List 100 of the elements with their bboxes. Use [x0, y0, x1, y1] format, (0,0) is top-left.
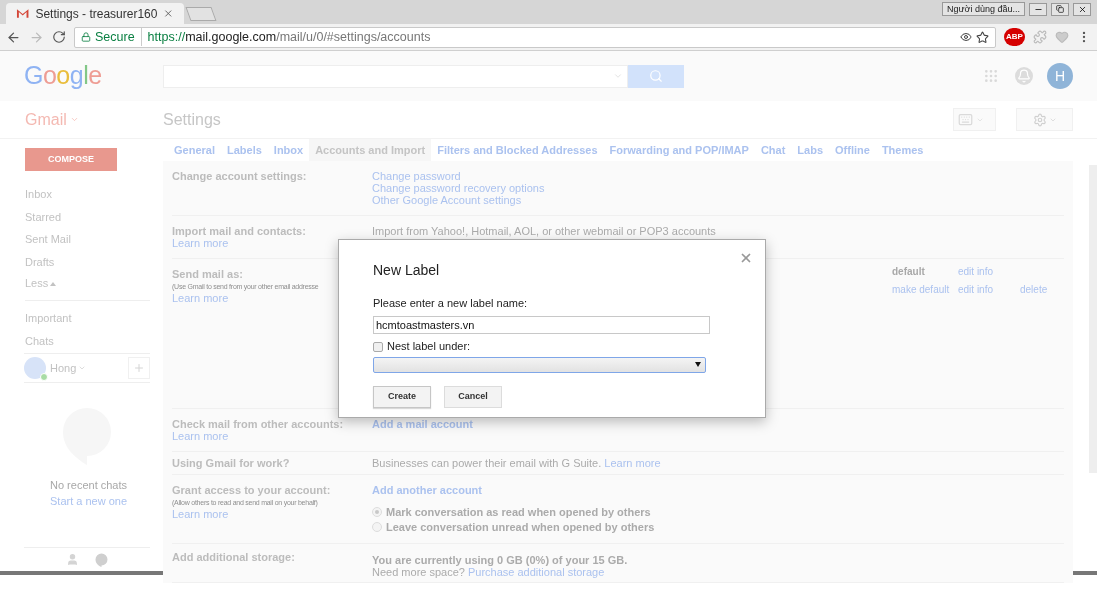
page-title: Settings — [163, 109, 221, 130]
close-icon — [1077, 4, 1087, 14]
eye-icon[interactable] — [960, 31, 972, 43]
radio-button[interactable] — [372, 506, 382, 517]
google-logo: Google — [23, 60, 103, 92]
profile-button[interactable]: Người dùng đầu... — [942, 2, 1025, 16]
minimize-button[interactable] — [1029, 2, 1047, 16]
settings-tab[interactable]: Forwarding and POP/IMAP — [603, 139, 755, 161]
settings-tab[interactable]: Chat — [754, 139, 792, 161]
settings-link[interactable]: Change password — [372, 170, 461, 182]
close-icon[interactable] — [739, 251, 753, 265]
dialog-button[interactable]: Cancel — [444, 385, 502, 408]
hangouts-icon[interactable] — [95, 552, 108, 567]
restore-icon — [1056, 5, 1064, 13]
restore-button[interactable] — [1051, 2, 1069, 16]
settings-link[interactable]: Add another account — [372, 484, 482, 496]
compose-button[interactable]: COMPOSE — [25, 148, 117, 171]
mail-logo-icon — [16, 8, 30, 19]
settings-link[interactable]: Add a mail account — [372, 418, 473, 430]
settings-tab[interactable]: Themes — [875, 139, 930, 161]
address-field[interactable]: Secure https://mail.google.com/mail/u/0/#settings/accounts — [74, 26, 996, 48]
setting-label: Change account settings: — [172, 170, 308, 182]
settings-tab[interactable]: Offline — [829, 139, 876, 161]
less-toggle[interactable]: Less — [25, 275, 49, 292]
parent-label-dropdown[interactable] — [373, 356, 706, 373]
settings-icon — [1032, 112, 1047, 127]
dialog-button[interactable]: Create — [373, 385, 431, 408]
forward-icon[interactable] — [29, 29, 44, 45]
heart-icon[interactable] — [1055, 30, 1069, 44]
reload-icon[interactable] — [52, 30, 66, 44]
label-name-prompt: Please enter a new label name: — [373, 296, 529, 311]
nav-item[interactable]: Inbox — [25, 183, 163, 206]
bookmark-star-icon[interactable] — [976, 30, 989, 44]
notifications-icon[interactable] — [1015, 67, 1033, 85]
settings-tab[interactable]: Labels — [220, 139, 268, 161]
settings-tab[interactable]: Inbox — [267, 139, 310, 161]
settings-tab[interactable]: General — [168, 139, 221, 161]
learn-more-link[interactable]: Learn more — [172, 430, 372, 442]
search-button[interactable] — [628, 64, 684, 88]
edit-info-link[interactable]: edit info — [958, 284, 1020, 296]
keyboard-icon — [958, 112, 973, 127]
setting-label: Using Gmail for work? — [172, 457, 291, 469]
search-field[interactable] — [163, 64, 628, 88]
setting-label: Send mail as: — [172, 268, 244, 280]
tab-title: Settings - treasurer160 — [35, 5, 158, 23]
extension-icon[interactable] — [1033, 30, 1047, 44]
setting-label: Import mail and contacts: — [172, 225, 307, 237]
make-default-link[interactable]: make default — [892, 284, 958, 296]
description-text: Businesses can power their email with G Suite. — [372, 457, 602, 469]
keyboard-button[interactable] — [953, 108, 996, 131]
nav-item[interactable]: Starred — [25, 205, 163, 228]
nav-item[interactable]: Important — [25, 307, 163, 330]
setting-label: Check mail from other accounts: — [172, 418, 345, 430]
close-button[interactable] — [1073, 2, 1091, 16]
back-icon[interactable] — [6, 29, 21, 45]
new-tab-button[interactable] — [185, 7, 217, 21]
chat-user-name[interactable]: Hong — [50, 359, 77, 377]
search-icon — [649, 69, 663, 83]
contacts-icon[interactable] — [66, 553, 79, 566]
caret-down-icon — [695, 362, 701, 367]
nav-item[interactable]: Drafts — [25, 250, 163, 273]
storage-text: You are currently using 0 GB (0%) of your 15 GB. — [372, 554, 628, 566]
radio-label: Mark conversation as read when opened by others — [386, 505, 651, 518]
learn-more-link[interactable]: Learn more — [172, 508, 372, 520]
url-text: https://mail.google.com/mail/u/0/#settings/accounts — [146, 28, 431, 46]
add-chat-button[interactable] — [128, 357, 150, 379]
label-name-field[interactable]: hcmtoastmasters.vn — [373, 315, 710, 334]
close-icon[interactable] — [163, 8, 174, 19]
gmail-menu[interactable]: Gmail — [25, 107, 67, 132]
description-text: Need more space? — [372, 566, 465, 578]
nest-checkbox[interactable] — [373, 341, 383, 352]
setting-label: Add additional storage: — [172, 551, 296, 563]
description-text: Import from Yahoo!, Hotmail, AOL, or other webmail or POP3 accounts — [372, 225, 716, 237]
settings-link[interactable]: Change password recovery options — [372, 182, 545, 194]
learn-more-link[interactable]: Purchase additional storage — [467, 566, 605, 578]
start-chat-link[interactable]: Start a new one — [50, 495, 128, 508]
user-avatar — [24, 357, 46, 379]
plus-icon — [133, 362, 145, 374]
settings-button[interactable] — [1016, 108, 1073, 131]
nav-item[interactable]: Chats — [25, 330, 163, 353]
delete-link[interactable]: delete — [1020, 284, 1048, 295]
apps-icon[interactable] — [983, 68, 999, 84]
caret-icon — [78, 364, 87, 372]
secure-label: Secure — [95, 27, 142, 47]
dialog-title: New Label — [373, 261, 441, 280]
settings-tab[interactable]: Filters and Blocked Addresses — [431, 139, 604, 161]
settings-tab[interactable]: Labs — [791, 139, 830, 161]
lock-icon — [81, 32, 91, 42]
nest-label: Nest label under: — [387, 339, 471, 355]
empty-chats-text: No recent chats — [50, 479, 128, 492]
account-avatar[interactable]: H — [1047, 63, 1073, 89]
learn-more-link[interactable]: Learn more — [604, 457, 661, 469]
adblock-badge[interactable]: ABP — [1004, 28, 1025, 46]
nav-item[interactable]: Sent Mail — [25, 228, 163, 251]
browser-tab[interactable]: Settings - treasurer160 — [6, 3, 184, 24]
radio-label: Leave conversation unread when opened by others — [386, 520, 655, 533]
radio-button[interactable] — [372, 521, 382, 532]
edit-info-link[interactable]: edit info — [958, 266, 1020, 278]
settings-link[interactable]: Other Google Account settings — [372, 194, 522, 206]
setting-label: Grant access to your account: — [172, 484, 332, 496]
